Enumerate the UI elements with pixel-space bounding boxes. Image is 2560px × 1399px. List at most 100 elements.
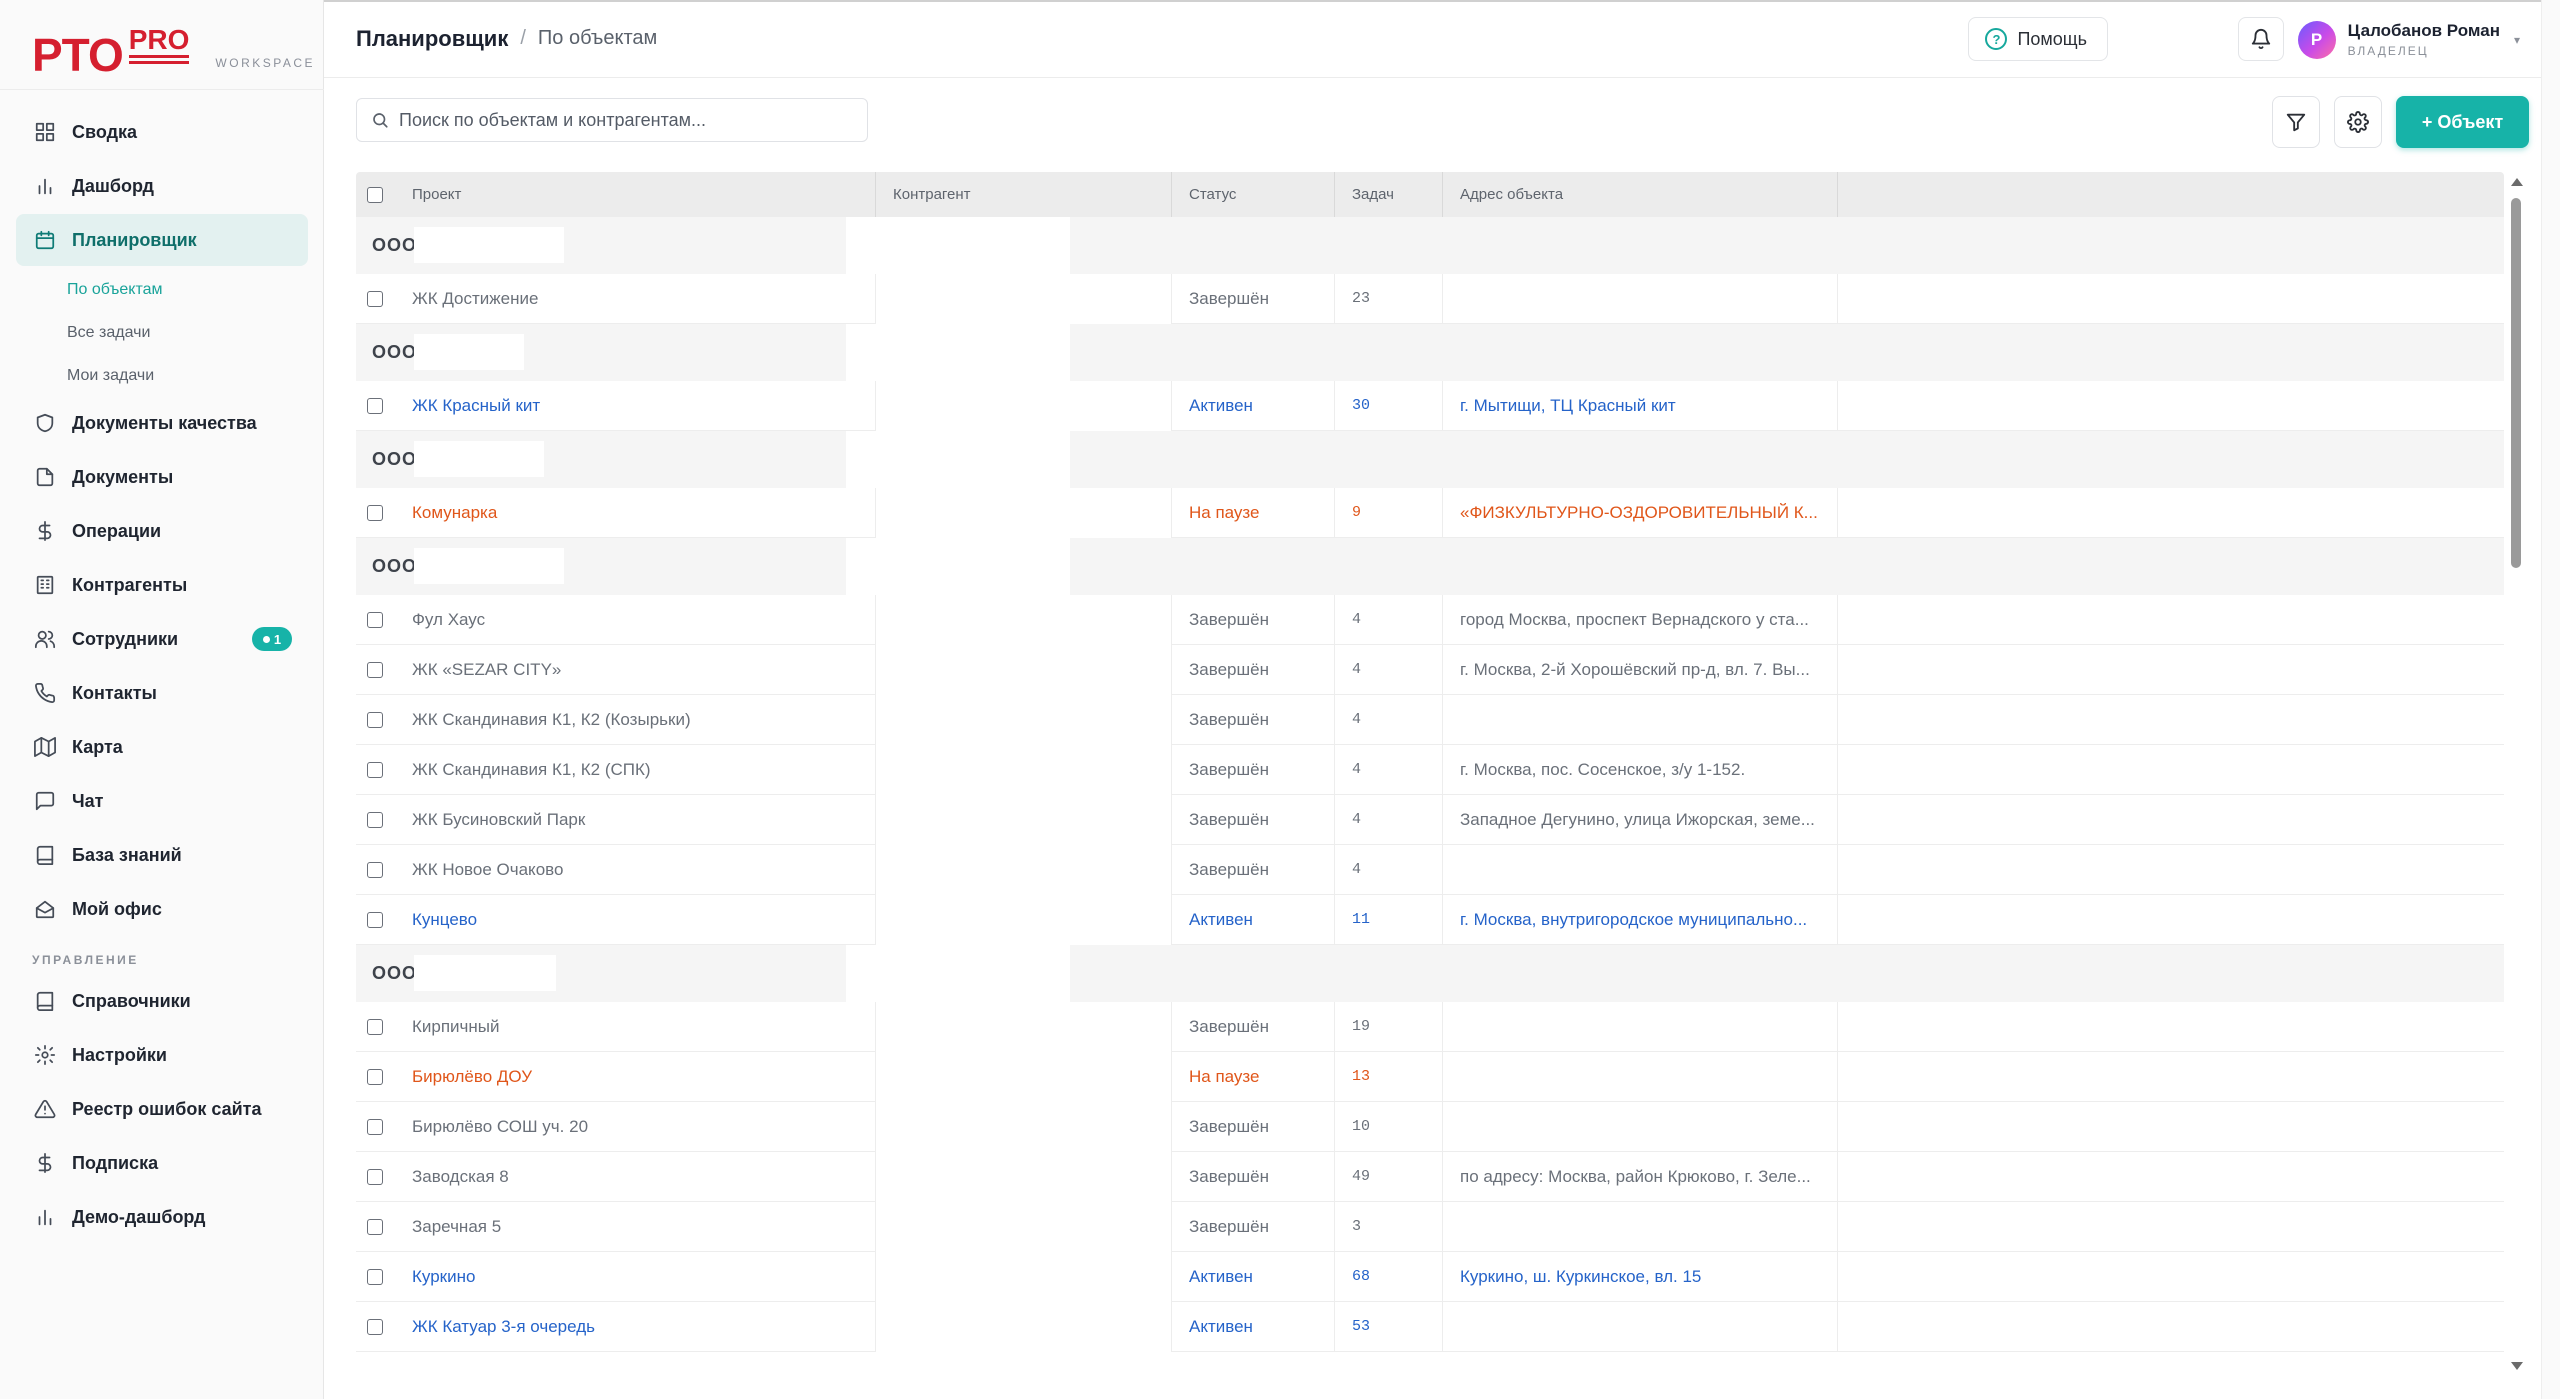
project-cell-text[interactable]: Куркино bbox=[412, 1267, 475, 1287]
row-checkbox[interactable] bbox=[367, 1068, 383, 1085]
row-checkbox[interactable] bbox=[367, 1268, 383, 1285]
row-checkbox[interactable] bbox=[367, 1318, 383, 1335]
table-row[interactable]: ЖК «SEZAR CITY» Завершён 4 г. Москва, 2-й Х… bbox=[356, 644, 2504, 695]
sidebar-item-4[interactable]: Документы bbox=[16, 451, 308, 503]
scroll-down-arrow[interactable] bbox=[2511, 1362, 2523, 1370]
row-checkbox[interactable] bbox=[367, 661, 383, 678]
sidebar-item-10[interactable]: Чат bbox=[16, 775, 308, 827]
project-cell-text[interactable]: ЖК Скандинавия К1, К2 (СПК) bbox=[412, 760, 651, 780]
sidebar-item-3[interactable]: Документы качества bbox=[16, 397, 308, 449]
project-cell-text[interactable]: ЖК Достижение bbox=[412, 289, 538, 309]
column-header-address[interactable]: Адрес объекта bbox=[1443, 172, 1838, 217]
group-row[interactable]: ООО bbox=[356, 945, 2504, 1002]
project-cell-text[interactable]: Бирюлёво ДОУ bbox=[412, 1067, 532, 1087]
row-checkbox[interactable] bbox=[367, 1118, 383, 1135]
notifications-button[interactable] bbox=[2238, 17, 2284, 61]
row-checkbox[interactable] bbox=[367, 1018, 383, 1035]
column-header-contractor[interactable]: Контрагент bbox=[876, 172, 1172, 217]
project-cell-text[interactable]: ЖК Катуар 3-я очередь bbox=[412, 1317, 595, 1337]
sidebar-item-2[interactable]: Планировщик bbox=[16, 214, 308, 266]
project-cell-text[interactable]: Кунцево bbox=[412, 910, 477, 930]
select-all-checkbox[interactable] bbox=[367, 186, 383, 203]
settings-button[interactable] bbox=[2334, 96, 2382, 148]
project-cell-text[interactable]: ЖК Бусиновский Парк bbox=[412, 810, 585, 830]
project-cell-text[interactable]: Заречная 5 bbox=[412, 1217, 501, 1237]
group-row[interactable]: ООО bbox=[356, 217, 2504, 274]
group-row[interactable]: ООО bbox=[356, 538, 2504, 595]
project-cell-text[interactable]: Бирюлёво СОШ уч. 20 bbox=[412, 1117, 588, 1137]
help-button[interactable]: ? Помощь bbox=[1968, 17, 2108, 61]
project-cell-text[interactable]: ЖК «SEZAR CITY» bbox=[412, 660, 561, 680]
table-row[interactable]: Кунцево Активен 11 г. Москва, внутригородск… bbox=[356, 894, 2504, 945]
scroll-up-arrow[interactable] bbox=[2511, 178, 2523, 186]
sidebar-item-7[interactable]: Сотрудники 1 bbox=[16, 613, 308, 665]
row-checkbox[interactable] bbox=[367, 811, 383, 828]
group-row[interactable]: ООО bbox=[356, 431, 2504, 488]
row-checkbox[interactable] bbox=[367, 504, 383, 521]
table-row[interactable]: ЖК Скандинавия К1, К2 (СПК) Завершён 4 г. М… bbox=[356, 744, 2504, 795]
row-select-cell bbox=[356, 274, 394, 324]
page-scrollbar[interactable] bbox=[2541, 0, 2560, 1399]
sidebar-item-admin-2[interactable]: Реестр ошибок сайта bbox=[16, 1083, 308, 1135]
table-row[interactable]: ЖК Новое Очаково Завершён 4 bbox=[356, 844, 2504, 895]
table-row[interactable]: Заводская 8 Завершён 49 по адресу: Москва, … bbox=[356, 1151, 2504, 1202]
row-checkbox[interactable] bbox=[367, 911, 383, 928]
row-checkbox[interactable] bbox=[367, 290, 383, 307]
sidebar-item-admin-3[interactable]: Подписка bbox=[16, 1137, 308, 1189]
app-logo[interactable]: PTO PRO WORKSPACE bbox=[32, 18, 315, 79]
row-checkbox[interactable] bbox=[367, 711, 383, 728]
row-checkbox[interactable] bbox=[367, 397, 383, 414]
sidebar-subitem-2[interactable]: Мои задачи bbox=[16, 354, 308, 397]
group-row[interactable]: ООО bbox=[356, 324, 2504, 381]
sidebar-item-admin-1[interactable]: Настройки bbox=[16, 1029, 308, 1081]
project-cell-text[interactable]: ЖК Красный кит bbox=[412, 396, 540, 416]
filter-button[interactable] bbox=[2272, 96, 2320, 148]
project-cell-text[interactable]: ЖК Новое Очаково bbox=[412, 860, 563, 880]
sidebar-item-1[interactable]: Дашборд bbox=[16, 160, 308, 212]
table-row[interactable]: ЖК Катуар 3-я очередь Активен 53 bbox=[356, 1301, 2504, 1352]
sidebar-item-12[interactable]: Мой офис bbox=[16, 883, 308, 935]
sidebar-item-9[interactable]: Карта bbox=[16, 721, 308, 773]
sidebar-item-5[interactable]: Операции bbox=[16, 505, 308, 557]
table-row[interactable]: Кирпичный Завершён 19 bbox=[356, 1001, 2504, 1052]
sidebar-subitem-0[interactable]: По объектам bbox=[16, 268, 308, 311]
add-object-button[interactable]: + Объект bbox=[2396, 96, 2529, 148]
table-row[interactable]: ЖК Бусиновский Парк Завершён 4 Западное Дег… bbox=[356, 794, 2504, 845]
sidebar-item-admin-4[interactable]: Демо-дашборд bbox=[16, 1191, 308, 1243]
sidebar-item-0[interactable]: Сводка bbox=[16, 106, 308, 158]
table-row[interactable]: Бирюлёво СОШ уч. 20 Завершён 10 bbox=[356, 1101, 2504, 1152]
table-scrollbar[interactable] bbox=[2508, 172, 2524, 1372]
sidebar-item-admin-0[interactable]: Справочники bbox=[16, 975, 308, 1027]
table-row[interactable]: ЖК Скандинавия К1, К2 (Козырьки) Завершён… bbox=[356, 694, 2504, 745]
column-header-project[interactable]: Проект bbox=[394, 172, 876, 217]
table-row[interactable]: Фул Хаус Завершён 4 город Москва, проспект … bbox=[356, 594, 2504, 645]
project-cell-text[interactable]: Заводская 8 bbox=[412, 1167, 509, 1187]
scroll-thumb[interactable] bbox=[2511, 198, 2521, 568]
sidebar-subitem-1[interactable]: Все задачи bbox=[16, 311, 308, 354]
project-cell-text[interactable]: Комунарка bbox=[412, 503, 497, 523]
search-field[interactable] bbox=[356, 98, 868, 142]
user-menu[interactable]: Р Цалобанов Роман ВЛАДЕЛЕЦ ▾ bbox=[2297, 18, 2520, 62]
table-row[interactable]: Бирюлёво ДОУ На паузе 13 bbox=[356, 1051, 2504, 1102]
row-checkbox[interactable] bbox=[367, 1168, 383, 1185]
project-cell-text[interactable]: ЖК Скандинавия К1, К2 (Козырьки) bbox=[412, 710, 691, 730]
breadcrumb-title[interactable]: Планировщик bbox=[356, 26, 508, 52]
row-checkbox[interactable] bbox=[367, 1218, 383, 1235]
project-cell-text[interactable]: Фул Хаус bbox=[412, 610, 485, 630]
row-checkbox[interactable] bbox=[367, 761, 383, 778]
table-row[interactable]: Заречная 5 Завершён 3 bbox=[356, 1201, 2504, 1252]
table-row[interactable]: Комунарка На паузе 9 «ФИЗКУЛЬТУРНО-ОЗДОРОВИ… bbox=[356, 487, 2504, 538]
sidebar-item-8[interactable]: Контакты bbox=[16, 667, 308, 719]
project-cell-text[interactable]: Кирпичный bbox=[412, 1017, 500, 1037]
table-row[interactable]: ЖК Красный кит Активен 30 г. Мытищи, ТЦ Кра… bbox=[356, 380, 2504, 431]
table-row[interactable]: ЖК Достижение Завершён 23 bbox=[356, 273, 2504, 324]
search-input[interactable] bbox=[399, 109, 839, 131]
row-checkbox[interactable] bbox=[367, 611, 383, 628]
sidebar-item-11[interactable]: База знаний bbox=[16, 829, 308, 881]
contractor-cell bbox=[876, 794, 1172, 845]
table-row[interactable]: Куркино Активен 68 Куркино, ш. Куркинское, … bbox=[356, 1251, 2504, 1302]
row-checkbox[interactable] bbox=[367, 861, 383, 878]
sidebar-item-6[interactable]: Контрагенты bbox=[16, 559, 308, 611]
column-header-tasks[interactable]: Задач bbox=[1335, 172, 1443, 217]
column-header-status[interactable]: Статус bbox=[1172, 172, 1335, 217]
